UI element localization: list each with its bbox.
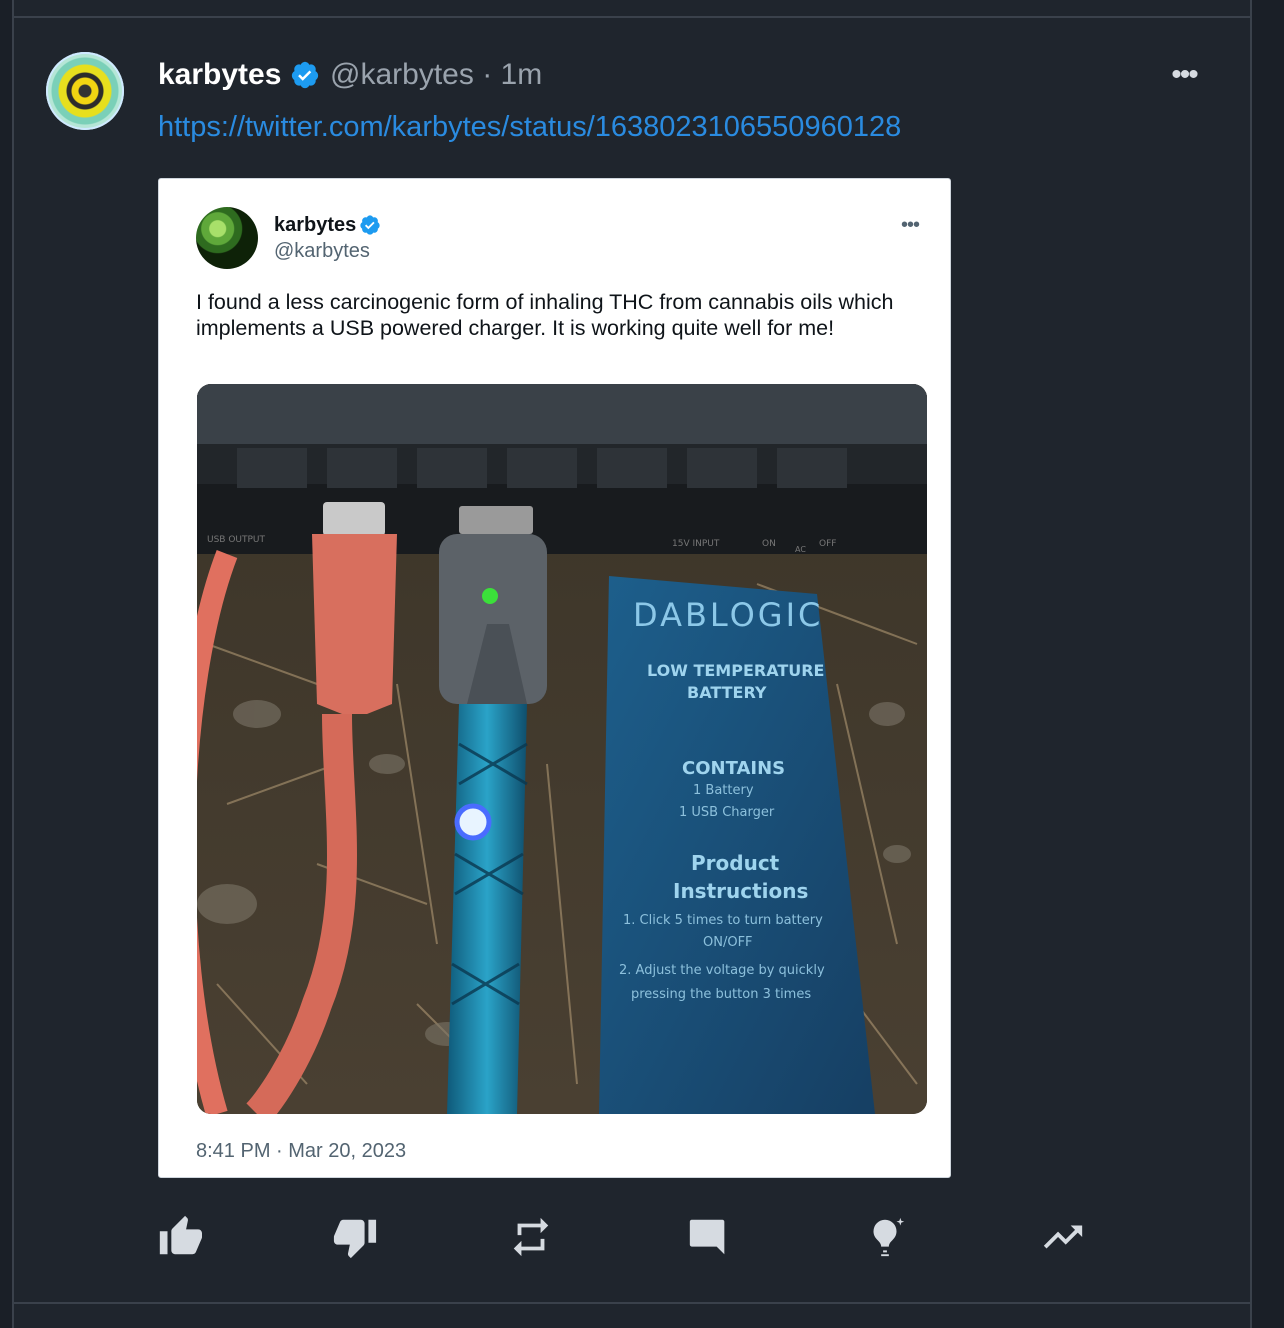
- trending-up-icon[interactable]: [1040, 1214, 1086, 1260]
- relative-time[interactable]: 1m: [501, 58, 543, 91]
- instructions-title-2: Instructions: [673, 879, 808, 903]
- instr-1a: 1. Click 5 times to turn battery: [623, 913, 823, 928]
- top-divider: [12, 16, 1252, 18]
- embedded-more-icon: •••: [901, 214, 920, 236]
- instr-2b: pressing the button 3 times: [631, 987, 811, 1002]
- time-separator: ·: [482, 58, 493, 91]
- embedded-author-name: karbytes: [274, 214, 357, 236]
- more-options-icon[interactable]: •••: [1164, 60, 1204, 90]
- photo-illustration: USB OUTPUT 15V INPUT ON AC OFF DABLOGIC …: [197, 384, 927, 1114]
- box-line-1: LOW TEMPERATURE: [647, 661, 824, 680]
- panel-label-2: 15V INPUT: [672, 539, 720, 549]
- author-handle-and-time: @karbytes · 1m: [330, 56, 542, 94]
- embedded-tweet-card[interactable]: karbytes @karbytes ••• I found a less ca…: [158, 178, 951, 1178]
- action-bar: [0, 1214, 1284, 1264]
- instructions-title-1: Product: [691, 851, 780, 875]
- author-handle[interactable]: @karbytes: [330, 58, 474, 91]
- instr-2a: 2. Adjust the voltage by quickly: [619, 963, 825, 978]
- author-avatar[interactable]: [46, 52, 124, 130]
- repost-icon[interactable]: [508, 1214, 554, 1260]
- panel-label-4: AC: [795, 545, 806, 554]
- verified-badge-icon: [291, 61, 319, 89]
- comment-icon[interactable]: [686, 1214, 732, 1260]
- box-line-2: BATTERY: [687, 683, 767, 702]
- box-brand: DABLOGIC: [633, 596, 823, 634]
- embedded-avatar: [196, 207, 258, 269]
- instr-1b: ON/OFF: [703, 935, 753, 950]
- embedded-timestamp: 8:41 PM · Mar 20, 2023: [196, 1140, 407, 1162]
- tweet-link[interactable]: https://twitter.com/karbytes/status/1638…: [158, 108, 901, 146]
- thumbs-up-icon[interactable]: [156, 1214, 202, 1260]
- embedded-author-handle: @karbytes: [274, 240, 370, 262]
- contains-title: CONTAINS: [682, 758, 785, 779]
- contains-2: 1 USB Charger: [679, 805, 775, 820]
- panel-label-3: ON: [762, 539, 776, 549]
- embedded-photo: USB OUTPUT 15V INPUT ON AC OFF DABLOGIC …: [197, 384, 927, 1114]
- panel-label-1: USB OUTPUT: [207, 535, 266, 545]
- bottom-divider: [12, 1302, 1252, 1304]
- lightbulb-icon[interactable]: [862, 1214, 908, 1260]
- embedded-tweet-text: I found a less carcinogenic form of inha…: [196, 290, 894, 340]
- author-name[interactable]: karbytes: [158, 56, 281, 94]
- contains-1: 1 Battery: [693, 783, 754, 798]
- embedded-verified-badge-icon: [360, 215, 380, 235]
- thumbs-down-icon[interactable]: [332, 1214, 378, 1260]
- panel-label-5: OFF: [819, 539, 836, 549]
